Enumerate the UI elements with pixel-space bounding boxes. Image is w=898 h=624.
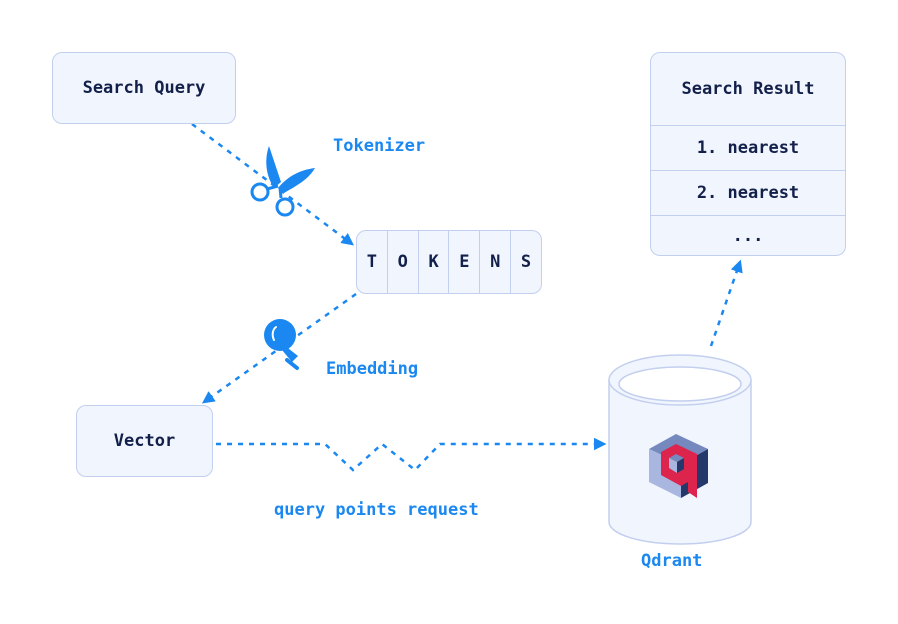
tokenizer-label: Tokenizer — [333, 136, 426, 156]
edge-vector-to-qdrant — [216, 437, 607, 472]
embedding-label: Embedding — [326, 359, 419, 379]
token-cell: K — [419, 231, 450, 293]
request-label: query points request — [274, 500, 479, 520]
token-cell: O — [388, 231, 419, 293]
search-result-node: Search Result 1. nearest 2. nearest ... — [650, 52, 846, 256]
vector-label: Vector — [113, 431, 176, 451]
scissors-icon — [250, 146, 315, 217]
token-cell: S — [520, 252, 532, 272]
search-result-item: 2. nearest — [651, 170, 845, 215]
search-query-node: Search Query — [52, 52, 236, 124]
search-result-title: Search Result — [681, 79, 815, 99]
qdrant-label: Qdrant — [641, 551, 703, 571]
token-cell: E — [449, 231, 481, 293]
lightbulb-icon — [264, 319, 299, 370]
search-query-label: Search Query — [82, 78, 206, 98]
edge-qdrant-to-result — [709, 259, 743, 347]
search-result-item: 1. nearest — [651, 125, 845, 170]
vector-node: Vector — [76, 405, 213, 477]
search-result-more: ... — [651, 215, 845, 255]
tokens-node: T O K E N S — [356, 230, 542, 294]
token-cell: N — [480, 231, 512, 293]
token-cell: T — [357, 231, 388, 293]
